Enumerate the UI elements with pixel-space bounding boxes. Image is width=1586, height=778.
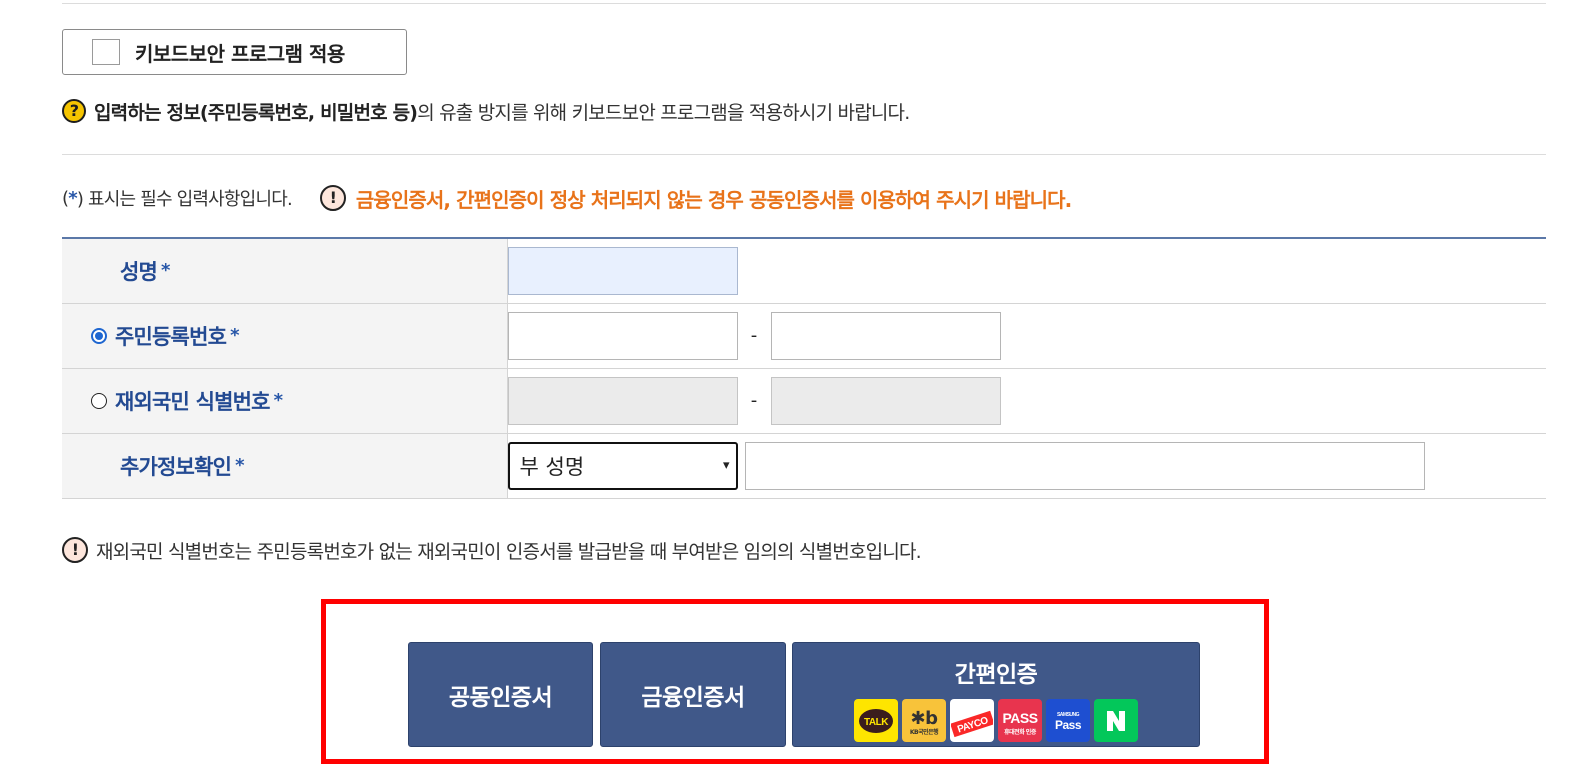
rrn-radio[interactable] bbox=[91, 327, 107, 344]
kakao-talk-icon: TALK bbox=[854, 699, 898, 742]
foreign-id-back-input[interactable] bbox=[770, 376, 1001, 425]
joint-cert-label: 공동인증서 bbox=[448, 684, 553, 711]
samsung-pass-icon: SAMSUNG Pass bbox=[1046, 699, 1090, 742]
name-label: 성명 bbox=[120, 259, 158, 284]
name-input[interactable] bbox=[507, 246, 738, 295]
financial-cert-button[interactable]: 금융인증서 bbox=[600, 642, 786, 747]
kb-bank-icon: ✱b KB국민은행 bbox=[902, 699, 946, 742]
rrn-dash: - bbox=[750, 325, 758, 346]
svg-text:PASS: PASS bbox=[1002, 710, 1037, 726]
extra-info-label-cell: 추가정보확인 * bbox=[62, 433, 508, 499]
section-divider bbox=[62, 154, 1546, 155]
svg-text:KB국민은행: KB국민은행 bbox=[910, 728, 939, 736]
naver-icon bbox=[1094, 699, 1138, 742]
required-star-icon: * bbox=[273, 390, 283, 411]
foreign-id-dash: - bbox=[750, 390, 758, 411]
simple-auth-provider-logos: TALK ✱b KB국민은행 PAYCO PASS 휴대전화 인증 SAMSUN… bbox=[854, 699, 1138, 742]
extra-info-select-value: 부 성명 bbox=[519, 454, 585, 479]
identity-form: 성명 * 주민등록번호 * - 재외국민 식별번호 * - 추가정보확인 * 부… bbox=[62, 237, 1546, 499]
cert-warning-text: 금융인증서, 간편인증이 정상 처리되지 않는 경우 공동인증서를 이용하여 주… bbox=[355, 187, 1072, 212]
required-star-icon: * bbox=[230, 325, 239, 346]
svg-text:휴대전화 인증: 휴대전화 인증 bbox=[1004, 728, 1037, 736]
pass-icon: PASS 휴대전화 인증 bbox=[998, 699, 1042, 742]
foreign-id-notice-text: 재외국민 식별번호는 주민등록번호가 없는 재외국민이 인증서를 발급받을 때 … bbox=[96, 540, 922, 563]
form-row-name: 성명 * bbox=[62, 238, 1546, 304]
warning-icon: ! bbox=[62, 537, 88, 563]
simple-auth-label: 간편인증 bbox=[954, 662, 1038, 688]
required-star-icon: * bbox=[68, 187, 77, 209]
required-star-icon: * bbox=[161, 260, 170, 282]
foreign-id-label-cell: 재외국민 식별번호 * bbox=[62, 368, 508, 434]
warning-icon: ! bbox=[319, 185, 346, 211]
info-bold-text: 입력하는 정보(주민등록번호, 비밀번호 등) bbox=[94, 101, 418, 124]
rrn-label-cell: 주민등록번호 * bbox=[62, 303, 508, 369]
keyboard-security-toggle[interactable]: 키보드보안 프로그램 적용 bbox=[62, 29, 407, 75]
foreign-id-front-input[interactable] bbox=[507, 376, 738, 425]
rrn-value-cell: - bbox=[507, 303, 1546, 369]
form-row-extra-info: 추가정보확인 * 부 성명 ▾ bbox=[62, 433, 1546, 499]
simple-auth-button[interactable]: 간편인증 TALK ✱b KB국민은행 PAYCO PASS 휴대전화 인증 S… bbox=[792, 642, 1200, 747]
foreign-id-value-cell: - bbox=[507, 368, 1546, 434]
required-star-icon: * bbox=[235, 455, 244, 476]
foreign-id-notice: ! 재외국민 식별번호는 주민등록번호가 없는 재외국민이 인증서를 발급받을 … bbox=[62, 535, 922, 565]
extra-info-value-cell: 부 성명 ▾ bbox=[507, 433, 1546, 499]
financial-cert-label: 금융인증서 bbox=[641, 684, 745, 711]
required-notice: ( * ) 표시는 필수 입력사항입니다. ! 금융인증서, 간편인증이 정상 … bbox=[62, 182, 1072, 214]
svg-text:✱b: ✱b bbox=[911, 708, 939, 729]
question-icon: ? bbox=[62, 99, 86, 123]
rrn-label: 주민등록번호 bbox=[115, 324, 227, 349]
joint-cert-button[interactable]: 공동인증서 bbox=[408, 642, 593, 747]
chevron-down-icon: ▾ bbox=[722, 458, 730, 473]
svg-text:Pass: Pass bbox=[1055, 718, 1082, 732]
top-divider bbox=[62, 3, 1546, 4]
extra-info-select[interactable]: 부 성명 ▾ bbox=[507, 441, 738, 490]
name-label-cell: 성명 * bbox=[62, 238, 508, 304]
svg-text:TALK: TALK bbox=[864, 717, 889, 728]
form-row-rrn: 주민등록번호 * - bbox=[62, 303, 1546, 369]
rrn-back-input[interactable] bbox=[770, 311, 1001, 360]
name-value-cell bbox=[507, 238, 1546, 304]
keyboard-security-label: 키보드보안 프로그램 적용 bbox=[135, 41, 345, 66]
extra-info-input[interactable] bbox=[744, 441, 1425, 490]
required-suffix: ) 표시는 필수 입력사항입니다. bbox=[76, 189, 293, 210]
info-rest-text: 의 유출 방지를 위해 키보드보안 프로그램을 적용하시기 바랍니다. bbox=[417, 101, 910, 124]
keyboard-security-checkbox[interactable] bbox=[92, 39, 120, 65]
form-row-foreign-id: 재외국민 식별번호 * - bbox=[62, 368, 1546, 434]
keyboard-security-info: ? 입력하는 정보(주민등록번호, 비밀번호 등) 의 유출 방지를 위해 키보… bbox=[62, 96, 910, 126]
extra-info-label: 추가정보확인 bbox=[120, 454, 232, 479]
foreign-id-radio[interactable] bbox=[91, 392, 107, 409]
rrn-front-input[interactable] bbox=[507, 311, 738, 360]
payco-icon: PAYCO bbox=[950, 699, 994, 742]
foreign-id-label: 재외국민 식별번호 bbox=[115, 389, 270, 414]
